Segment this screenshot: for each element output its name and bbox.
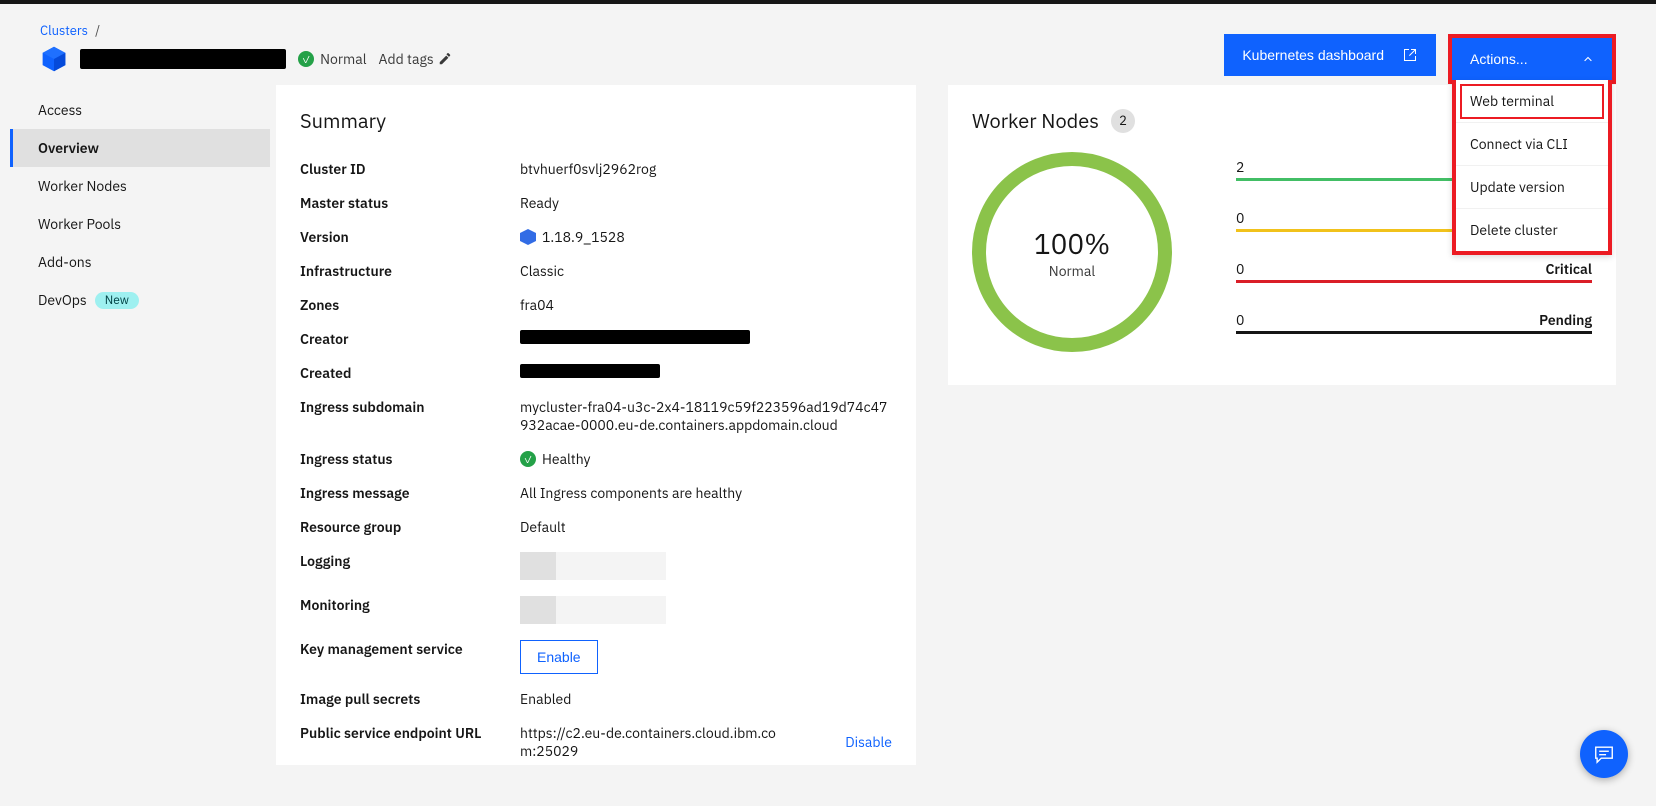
value-created-redacted (520, 364, 660, 378)
stat-critical-count: 0 (1236, 260, 1244, 278)
donut-percent: 100% (1034, 225, 1110, 262)
worker-nodes-title: Worker Nodes (972, 107, 1099, 134)
actions-label: Actions... (1470, 51, 1528, 67)
label-master-status: Master status (300, 194, 520, 212)
kubernetes-dashboard-label: Kubernetes dashboard (1242, 47, 1384, 63)
label-version: Version (300, 228, 520, 246)
actions-button[interactable]: Actions... (1452, 38, 1612, 80)
monitoring-placeholder (520, 596, 666, 624)
label-ingress-message: Ingress message (300, 484, 520, 502)
check-icon: ✓ (520, 451, 536, 467)
stat-pending-count: 0 (1236, 311, 1244, 329)
cluster-status: ✓ Normal (298, 50, 366, 68)
value-cluster-id: btvhuerf0svlj2962rog (520, 160, 892, 178)
side-navigation: Access Overview Worker Nodes Worker Pool… (10, 85, 270, 765)
external-link-icon (1402, 47, 1418, 63)
sidenav-access[interactable]: Access (10, 91, 270, 129)
sidenav-addons[interactable]: Add-ons (10, 243, 270, 281)
value-version: 1.18.9_1528 (542, 228, 625, 246)
worker-count-badge: 2 (1111, 109, 1135, 133)
value-zones: fra04 (520, 296, 892, 314)
label-infrastructure: Infrastructure (300, 262, 520, 280)
add-tags-label: Add tags (379, 50, 434, 68)
cluster-hex-icon (40, 45, 68, 73)
label-ingress-status: Ingress status (300, 450, 520, 468)
donut-label: Normal (1049, 262, 1095, 280)
label-zones: Zones (300, 296, 520, 314)
breadcrumb-clusters-link[interactable]: Clusters (40, 22, 88, 39)
label-kms: Key management service (300, 640, 520, 658)
actions-dropdown-highlighted: Actions... Web terminal Connect via CLI … (1448, 34, 1616, 84)
actions-menu: Web terminal Connect via CLI Update vers… (1452, 80, 1612, 255)
add-tags-button[interactable]: Add tags (379, 50, 452, 68)
stat-critical-label: Critical (1545, 260, 1592, 278)
worker-status-donut: 100% Normal (972, 152, 1172, 352)
value-public-endpoint: https://c2.eu-de.containers.cloud.ibm.co… (520, 724, 790, 760)
stat-normal-count: 2 (1236, 158, 1244, 176)
stat-pending: 0 Pending (1236, 311, 1592, 334)
label-public-endpoint: Public service endpoint URL (300, 724, 520, 742)
disable-endpoint-link[interactable]: Disable (845, 733, 892, 751)
chat-support-button[interactable] (1580, 730, 1628, 778)
cluster-status-label: Normal (320, 50, 366, 68)
stat-pending-label: Pending (1539, 311, 1592, 329)
action-delete-cluster[interactable]: Delete cluster (1456, 209, 1608, 251)
value-master-status: Ready (520, 194, 892, 212)
sidenav-overview[interactable]: Overview (10, 129, 270, 167)
kubernetes-icon (520, 229, 536, 245)
stat-warning-count: 0 (1236, 209, 1244, 227)
value-ingress-status: Healthy (542, 450, 591, 468)
summary-title: Summary (300, 107, 892, 134)
sidenav-devops[interactable]: DevOps New (10, 281, 270, 319)
page-header: Clusters / ✓ Normal Add tags Kubernetes … (0, 4, 1656, 85)
action-web-terminal[interactable]: Web terminal (1456, 80, 1608, 123)
stat-critical: 0 Critical (1236, 260, 1592, 283)
sidenav-worker-pools[interactable]: Worker Pools (10, 205, 270, 243)
chat-icon (1593, 743, 1615, 765)
label-logging: Logging (300, 552, 520, 570)
cluster-name-redacted (80, 49, 286, 69)
sidenav-devops-label: DevOps (38, 291, 87, 309)
check-icon: ✓ (298, 51, 314, 67)
label-image-pull-secrets: Image pull secrets (300, 690, 520, 708)
label-ingress-subdomain: Ingress subdomain (300, 398, 520, 416)
value-image-pull-secrets: Enabled (520, 690, 892, 708)
action-connect-cli[interactable]: Connect via CLI (1456, 123, 1608, 166)
label-creator: Creator (300, 330, 520, 348)
label-resource-group: Resource group (300, 518, 520, 536)
label-cluster-id: Cluster ID (300, 160, 520, 178)
label-created: Created (300, 364, 520, 382)
summary-card: Summary Cluster IDbtvhuerf0svlj2962rog M… (276, 85, 916, 765)
kubernetes-dashboard-button[interactable]: Kubernetes dashboard (1224, 34, 1436, 76)
value-resource-group: Default (520, 518, 892, 536)
value-ingress-message: All Ingress components are healthy (520, 484, 892, 502)
sidenav-worker-nodes[interactable]: Worker Nodes (10, 167, 270, 205)
value-infrastructure: Classic (520, 262, 892, 280)
value-ingress-subdomain: mycluster-fra04-u3c-2x4-18119c59f223596a… (520, 398, 892, 434)
kms-enable-button[interactable]: Enable (520, 640, 598, 674)
value-creator-redacted (520, 330, 750, 344)
action-update-version[interactable]: Update version (1456, 166, 1608, 209)
breadcrumb-separator: / (95, 22, 100, 39)
chevron-up-icon (1582, 53, 1594, 65)
pencil-icon (438, 52, 452, 66)
label-monitoring: Monitoring (300, 596, 520, 614)
logging-placeholder (520, 552, 666, 580)
new-badge: New (95, 292, 139, 309)
